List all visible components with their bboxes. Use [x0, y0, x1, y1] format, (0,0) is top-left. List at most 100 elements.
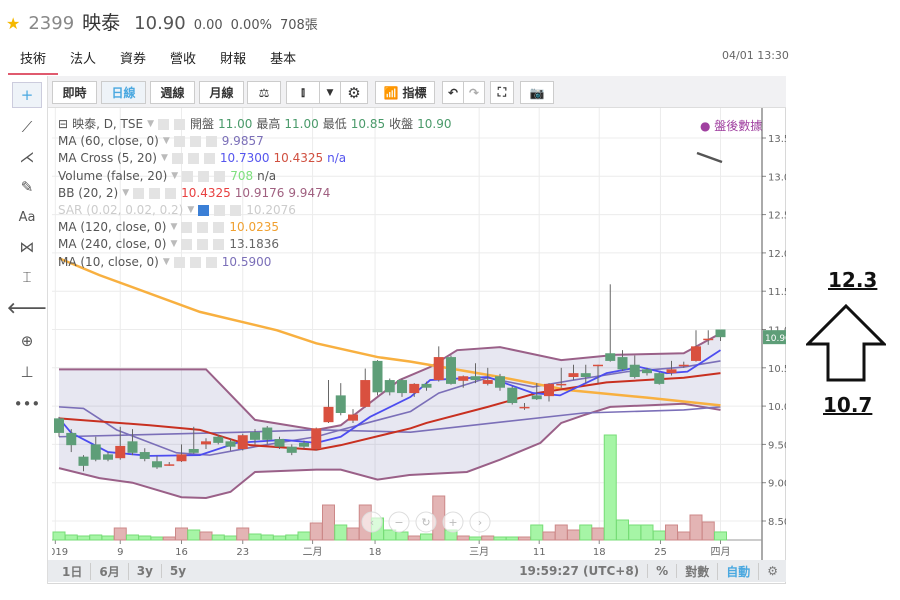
nav-icon: › — [478, 516, 482, 529]
pattern-tool-icon[interactable]: ⋈ — [12, 234, 42, 260]
y-tick-label: 11.50 — [768, 287, 786, 298]
settings-icon[interactable] — [214, 205, 226, 217]
candle-style-icon[interactable]: ⫾ — [286, 81, 320, 104]
chart-nav-button[interactable]: ‹ — [361, 511, 383, 533]
legend-label[interactable]: MA (120, close, 0) — [58, 219, 166, 236]
tab-margin[interactable]: 資券 — [108, 44, 158, 75]
compare-scale-icon[interactable]: ⚖ — [247, 81, 281, 104]
legend-dropdown-icon[interactable]: ▼ — [122, 185, 129, 202]
settings-icon[interactable] — [189, 136, 201, 148]
legend-label[interactable]: SAR (0.02, 0.02, 0.2) — [58, 202, 183, 219]
chart-nav-button[interactable]: − — [388, 511, 410, 533]
visibility-icon[interactable] — [182, 170, 194, 182]
remove-icon[interactable] — [205, 256, 217, 268]
visibility-icon[interactable] — [171, 153, 183, 165]
chart-nav-button[interactable]: + — [442, 511, 464, 533]
favorite-star-icon[interactable]: ★ — [6, 14, 20, 33]
settings-icon[interactable] — [149, 187, 161, 199]
brush-tool-icon[interactable]: ✎ — [12, 174, 42, 200]
trendline-tool-icon[interactable]: ⟋ — [12, 114, 42, 140]
pitchfork-tool-icon[interactable]: ⋌ — [12, 144, 42, 170]
volume-bar — [689, 514, 703, 541]
legend-label[interactable]: MA (240, close, 0) — [58, 236, 166, 253]
chart-style-dropdown-icon[interactable]: ▼ — [319, 81, 341, 104]
candle-down — [250, 432, 260, 440]
measure-tool-icon[interactable]: ⌶ — [12, 264, 42, 290]
legend-label[interactable]: BB (20, 2) — [58, 185, 118, 202]
visibility-icon[interactable] — [173, 256, 185, 268]
volume-bar — [162, 536, 176, 541]
undo-icon[interactable]: ↶ — [442, 81, 464, 104]
tab-revenue[interactable]: 營收 — [158, 44, 208, 75]
tab-basic[interactable]: 基本 — [258, 44, 308, 75]
settings-icon[interactable] — [197, 239, 209, 251]
indicators-button[interactable]: 📶 指標 — [375, 81, 435, 104]
range-6m[interactable]: 6月 — [91, 562, 129, 580]
volume-bar — [101, 535, 115, 541]
auto-toggle[interactable]: 自動 — [718, 562, 760, 580]
settings-gear-icon[interactable]: ⚙ — [340, 81, 368, 104]
monthly-button[interactable]: 月線 — [199, 81, 244, 104]
text-tool-icon[interactable]: Aa — [12, 204, 42, 230]
volume-bar — [297, 531, 311, 541]
camera-icon[interactable]: 📷 — [520, 81, 554, 104]
legend-dropdown-icon[interactable]: ▼ — [161, 150, 168, 167]
legend-label[interactable]: MA (10, close, 0) — [58, 254, 159, 271]
legend-dropdown-icon[interactable]: ▼ — [170, 219, 177, 236]
remove-icon[interactable] — [214, 170, 226, 182]
legend-label[interactable]: MA (60, close, 0) — [58, 133, 159, 150]
range-3y[interactable]: 3y — [129, 564, 162, 578]
remove-icon[interactable] — [165, 187, 177, 199]
settings-icon[interactable] — [198, 170, 210, 182]
settings-icon[interactable] — [197, 222, 209, 234]
legend-dropdown-icon[interactable]: ▼ — [163, 133, 170, 150]
volume-bar — [554, 524, 568, 541]
settings-icon[interactable] — [189, 256, 201, 268]
legend-value: 708 — [230, 168, 254, 183]
volume-bar — [542, 531, 556, 541]
tab-institutional[interactable]: 法人 — [58, 44, 108, 75]
remove-icon[interactable] — [203, 153, 215, 165]
legend-dropdown-icon[interactable]: ▼ — [187, 202, 194, 219]
visibility-icon[interactable] — [198, 205, 210, 217]
settings-icon[interactable] — [187, 153, 199, 165]
indicator-legend: ⊟ 映泰, D, TSE ▼ 開盤 11.00 最高 11.00 最低 10.85… — [58, 116, 452, 271]
volume-bar — [126, 534, 139, 541]
chart-nav-button[interactable]: › — [469, 511, 491, 533]
arrow-left-icon[interactable]: 🡐 — [7, 294, 47, 320]
fullscreen-icon[interactable]: ⛶ — [490, 81, 514, 104]
tab-financials[interactable]: 財報 — [208, 44, 258, 75]
log-toggle[interactable]: 對數 — [677, 562, 719, 580]
visibility-icon[interactable] — [173, 136, 185, 148]
visibility-icon[interactable] — [181, 239, 193, 251]
legend-label[interactable]: MA Cross (5, 20) — [58, 150, 157, 167]
after-hours-data-label[interactable]: ● 盤後數據 — [700, 117, 762, 134]
measure-ruler-icon[interactable]: ⊥ — [12, 359, 42, 385]
percent-toggle[interactable]: % — [648, 564, 678, 578]
weekly-button[interactable]: 週線 — [150, 81, 195, 104]
legend-label[interactable]: Volume (false, 20) — [58, 168, 167, 185]
remove-icon[interactable] — [213, 222, 225, 234]
visibility-icon[interactable] — [133, 187, 145, 199]
daily-button[interactable]: 日線 — [101, 81, 146, 104]
remove-icon[interactable] — [205, 136, 217, 148]
legend-dropdown-icon[interactable]: ▼ — [170, 236, 177, 253]
more-icon[interactable]: ••• — [12, 391, 42, 417]
legend-row: SAR (0.02, 0.02, 0.2) ▼ 10.2076 — [58, 202, 452, 219]
zoom-in-icon[interactable]: ⊕ — [12, 328, 42, 354]
crosshair-tool-icon[interactable]: + — [12, 82, 42, 108]
remove-icon[interactable] — [230, 205, 242, 217]
range-5y[interactable]: 5y — [162, 564, 194, 578]
scale-settings-gear-icon[interactable]: ⚙ — [759, 564, 786, 578]
legend-dropdown-icon[interactable]: ▼ — [163, 254, 170, 271]
redo-icon[interactable]: ↷ — [463, 81, 485, 104]
visibility-icon[interactable] — [181, 222, 193, 234]
collapse-icon[interactable]: ⊟ — [58, 116, 68, 133]
candle-down — [139, 452, 150, 459]
realtime-button[interactable]: 即時 — [52, 81, 97, 104]
range-1d[interactable]: 1日 — [48, 562, 92, 580]
legend-dropdown-icon[interactable]: ▼ — [171, 168, 178, 185]
chart-nav-button[interactable]: ↻ — [415, 511, 437, 533]
remove-icon[interactable] — [213, 239, 225, 251]
tab-technical[interactable]: 技術 — [8, 44, 59, 75]
